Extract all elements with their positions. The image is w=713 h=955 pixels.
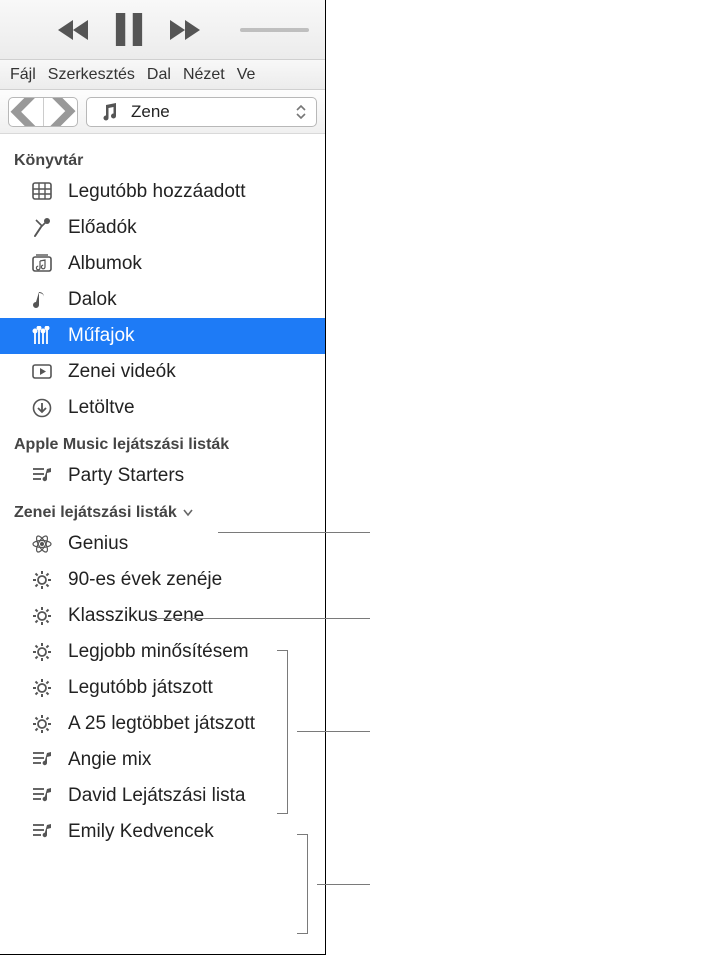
menu-file[interactable]: Fájl [10, 66, 36, 84]
chevron-down-icon [183, 506, 193, 520]
app-window: Fájl Szerkesztés Dal Nézet Ve Zene Könyv… [0, 0, 326, 955]
menu-edit[interactable]: Szerkesztés [48, 66, 135, 84]
sidebar-item[interactable]: 90-es évek zenéje [0, 562, 325, 598]
group-header: Apple Music lejátszási listák [0, 426, 325, 458]
sidebar-item[interactable]: Emily Kedvencek [0, 814, 325, 850]
sidebar-item[interactable]: Dalok [0, 282, 325, 318]
sidebar-item-label: Klasszikus zene [68, 605, 204, 627]
pause-button[interactable] [114, 18, 144, 42]
sidebar-item[interactable]: A 25 legtöbbet játszott [0, 706, 325, 742]
sidebar-item[interactable]: Legjobb minősítésem [0, 634, 325, 670]
group-header[interactable]: Zenei lejátszási listák [0, 494, 325, 526]
playlist-icon [30, 465, 54, 487]
sidebar-item-label: Emily Kedvencek [68, 821, 214, 843]
chevron-updown-icon [296, 105, 306, 119]
callout-overlay [326, 0, 386, 955]
sidebar-item[interactable]: Genius [0, 526, 325, 562]
sidebar-item-label: Legutóbb játszott [68, 677, 213, 699]
gear-icon [30, 713, 54, 735]
sidebar-item-label: Legutóbb hozzáadott [68, 181, 246, 203]
nav-row: Zene [0, 90, 325, 134]
sidebar-item-label: Zenei videók [68, 361, 176, 383]
download-icon [30, 397, 54, 419]
gear-icon [30, 605, 54, 627]
atom-icon [30, 533, 54, 555]
playlist-icon [30, 749, 54, 771]
sidebar-item-label: Letöltve [68, 397, 135, 419]
sidebar-item[interactable]: Angie mix [0, 742, 325, 778]
sidebar-item[interactable]: Legutóbb hozzáadott [0, 174, 325, 210]
gear-icon [30, 641, 54, 663]
menu-song[interactable]: Dal [147, 66, 171, 84]
group-header-label: Könyvtár [14, 152, 83, 170]
sidebar-item-label: Dalok [68, 289, 117, 311]
sidebar-item-label: David Lejátszási lista [68, 785, 245, 807]
sidebar-item-label: Angie mix [68, 749, 151, 771]
nav-history-buttons [8, 97, 78, 127]
sidebar-item[interactable]: Party Starters [0, 458, 325, 494]
section-selector[interactable]: Zene [86, 97, 317, 127]
genres-icon [30, 325, 54, 347]
sidebar-item-label: Előadók [68, 217, 137, 239]
progress-bar[interactable] [240, 28, 309, 32]
previous-button[interactable] [58, 18, 88, 42]
menu-truncated[interactable]: Ve [237, 66, 256, 84]
sidebar-item[interactable]: David Lejátszási lista [0, 778, 325, 814]
menubar: Fájl Szerkesztés Dal Nézet Ve [0, 60, 325, 90]
playlist-icon [30, 821, 54, 843]
titlebar [0, 0, 325, 60]
section-label: Zene [131, 102, 170, 122]
note-icon [30, 289, 54, 311]
sidebar-item-label: Party Starters [68, 465, 184, 487]
gear-icon [30, 677, 54, 699]
group-header: Könyvtár [0, 142, 325, 174]
mic-icon [30, 217, 54, 239]
sidebar-item[interactable]: Albumok [0, 246, 325, 282]
sidebar-item-label: Genius [68, 533, 128, 555]
next-button[interactable] [170, 18, 200, 42]
gear-icon [30, 569, 54, 591]
sidebar-item[interactable]: Zenei videók [0, 354, 325, 390]
sidebar-item[interactable]: Előadók [0, 210, 325, 246]
group-header-label: Zenei lejátszási listák [14, 504, 177, 522]
playlist-icon [30, 785, 54, 807]
playback-controls [58, 18, 200, 42]
sidebar-item-label: A 25 legtöbbet játszott [68, 713, 255, 735]
menu-view[interactable]: Nézet [183, 66, 225, 84]
sidebar-item-label: Legjobb minősítésem [68, 641, 249, 663]
sidebar: Könyvtár Legutóbb hozzáadott Előadók Albumo… [0, 134, 325, 954]
grid-icon [30, 181, 54, 203]
sidebar-item-label: 90-es évek zenéje [68, 569, 222, 591]
sidebar-item[interactable]: Legutóbb játszott [0, 670, 325, 706]
back-button[interactable] [9, 98, 43, 126]
group-header-label: Apple Music lejátszási listák [14, 436, 229, 454]
music-icon [97, 101, 121, 123]
sidebar-item[interactable]: Műfajok [0, 318, 325, 354]
sidebar-item-label: Albumok [68, 253, 142, 275]
sidebar-item-label: Műfajok [68, 325, 135, 347]
sidebar-item[interactable]: Letöltve [0, 390, 325, 426]
sidebar-item[interactable]: Klasszikus zene [0, 598, 325, 634]
album-icon [30, 253, 54, 275]
forward-button[interactable] [43, 98, 77, 126]
video-icon [30, 361, 54, 383]
